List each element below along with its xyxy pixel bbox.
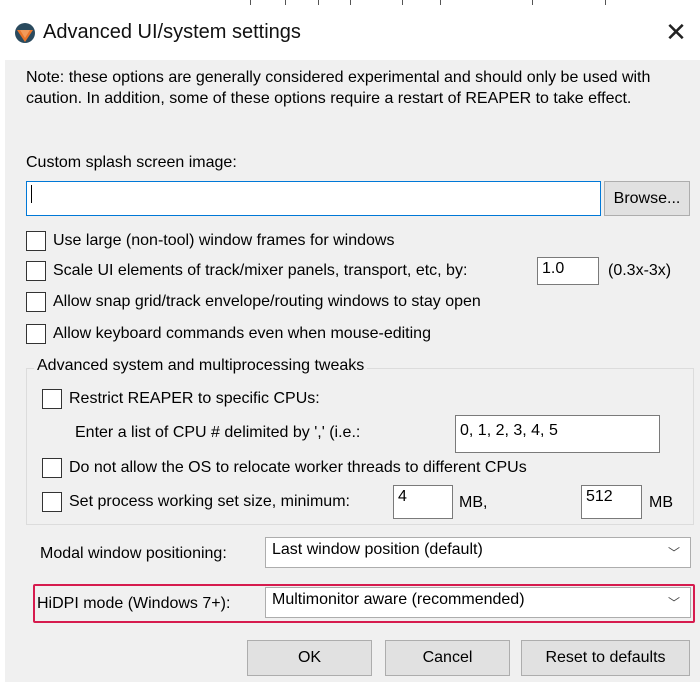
modal-positioning-select[interactable]: Last window position (default) ﹀ (265, 537, 691, 568)
keyboard-commands-label: Allow keyboard commands even when mouse-… (53, 325, 431, 342)
working-set-min-input[interactable]: 4 (393, 485, 453, 519)
working-set-min-unit: MB, (459, 494, 488, 511)
no-relocate-checkbox[interactable] (42, 458, 62, 478)
modal-positioning-value: Last window position (default) (272, 541, 483, 558)
text-cursor (31, 185, 32, 203)
snap-grid-label: Allow snap grid/track envelope/routing w… (53, 293, 481, 310)
splash-label: Custom splash screen image: (26, 154, 237, 171)
close-button[interactable]: ✕ (656, 14, 696, 50)
no-relocate-label: Do not allow the OS to relocate worker t… (69, 459, 527, 476)
scale-ui-checkbox[interactable] (26, 261, 46, 281)
background-window-edge (0, 0, 700, 6)
working-set-label: Set process working set size, minimum: (69, 493, 350, 510)
scale-factor-input[interactable]: 1.0 (537, 257, 599, 285)
chevron-down-icon: ﹀ (667, 546, 680, 560)
cpu-list-label: Enter a list of CPU # delimited by ',' (… (75, 424, 361, 441)
cpu-list-input[interactable]: 0, 1, 2, 3, 4, 5 (455, 415, 660, 453)
reset-defaults-button[interactable]: Reset to defaults (521, 640, 690, 676)
restrict-cpus-checkbox[interactable] (42, 389, 62, 409)
keyboard-commands-checkbox[interactable] (26, 324, 46, 344)
scale-ui-label: Scale UI elements of track/mixer panels,… (53, 262, 468, 279)
note-text: Note: these options are generally consid… (26, 69, 651, 107)
restrict-cpus-label: Restrict REAPER to specific CPUs: (69, 390, 320, 407)
scale-range-label: (0.3x-3x) (608, 262, 672, 279)
large-frames-checkbox[interactable] (26, 231, 46, 251)
splash-image-input[interactable] (26, 181, 601, 216)
cancel-button[interactable]: Cancel (385, 640, 510, 676)
snap-grid-checkbox[interactable] (26, 292, 46, 312)
reaper-logo-icon (15, 23, 35, 43)
working-set-checkbox[interactable] (42, 492, 62, 512)
modal-positioning-label: Modal window positioning: (40, 545, 227, 562)
hidpi-mode-value: Multimonitor aware (recommended) (272, 591, 525, 608)
working-set-max-input[interactable]: 512 (581, 485, 642, 519)
advanced-settings-dialog: Advanced UI/system settings ✕ Note: thes… (0, 0, 700, 682)
chevron-down-icon: ﹀ (667, 596, 680, 610)
advanced-tweaks-title: Advanced system and multiprocessing twea… (34, 357, 368, 375)
hidpi-mode-select[interactable]: Multimonitor aware (recommended) ﹀ (265, 587, 691, 618)
ok-button[interactable]: OK (247, 640, 372, 676)
window-title: Advanced UI/system settings (43, 21, 301, 43)
working-set-max-unit: MB (649, 494, 673, 511)
large-frames-label: Use large (non-tool) window frames for w… (53, 232, 395, 249)
hidpi-label: HiDPI mode (Windows 7+): (37, 595, 231, 612)
window-border (0, 0, 5, 682)
browse-button[interactable]: Browse... (604, 181, 690, 216)
